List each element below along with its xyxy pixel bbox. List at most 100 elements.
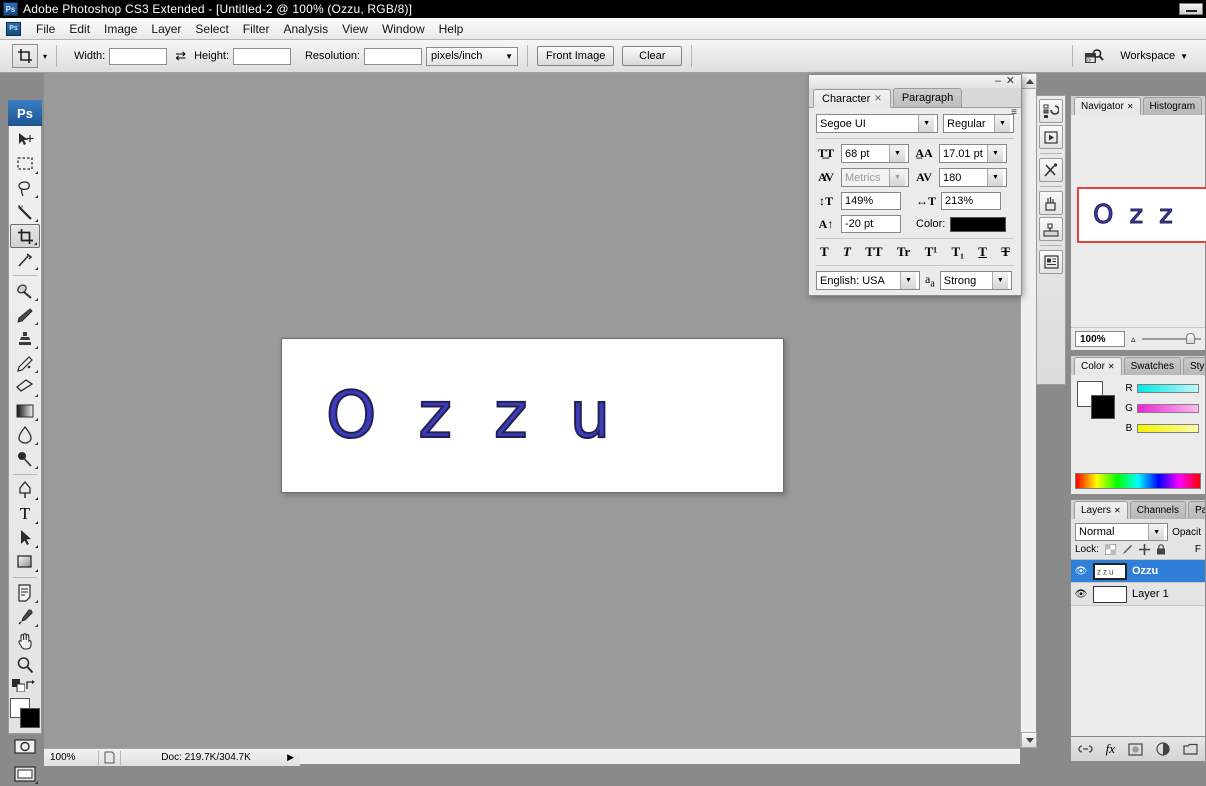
strikethrough-button[interactable]: T <box>1001 244 1010 260</box>
gradient-tool[interactable] <box>10 399 40 423</box>
menu-help[interactable]: Help <box>432 20 471 38</box>
tab-swatches[interactable]: Swatches <box>1123 357 1181 375</box>
subscript-button[interactable]: T₁ <box>951 244 964 260</box>
lasso-tool[interactable] <box>10 176 40 200</box>
crop-tool-icon[interactable] <box>12 44 38 68</box>
underline-button[interactable]: T <box>978 244 987 260</box>
shape-tool[interactable] <box>10 550 40 574</box>
history-panel-icon[interactable] <box>1039 99 1063 123</box>
canvas-horizontal-scrollbar[interactable] <box>300 748 1020 764</box>
navigator-thumbnail[interactable]: Ozz <box>1077 187 1206 243</box>
menu-window[interactable]: Window <box>375 20 432 38</box>
eraser-tool[interactable] <box>10 375 40 399</box>
layer-name[interactable]: Layer 1 <box>1132 588 1169 600</box>
faux-italic-button[interactable]: T <box>843 244 851 260</box>
tab-histogram[interactable]: Histogram <box>1142 97 1203 115</box>
status-expand-arrow-icon[interactable]: ▶ <box>287 752 300 763</box>
navigator-body[interactable]: Ozz <box>1071 115 1206 327</box>
close-icon[interactable]: ✕ <box>874 93 882 104</box>
layer-name[interactable]: Ozzu <box>1132 565 1158 577</box>
character-panel-close[interactable]: ✕ <box>1006 76 1015 87</box>
character-panel-minimize[interactable]: – <box>995 76 1001 87</box>
tab-channels[interactable]: Channels <box>1129 501 1186 519</box>
horizontal-scale-input[interactable]: 213% <box>941 192 1001 210</box>
brush-tool[interactable] <box>10 303 40 327</box>
green-slider[interactable] <box>1137 404 1199 413</box>
lock-all-icon[interactable] <box>1156 544 1166 555</box>
menu-view[interactable]: View <box>335 20 375 38</box>
layer-row-layer1[interactable]: 👁 Layer 1 <box>1071 583 1205 606</box>
antialias-select[interactable]: Strong ▼ <box>939 271 1012 290</box>
vertical-scale-input[interactable]: 149% <box>841 192 901 210</box>
layer-thumbnail[interactable] <box>1093 585 1127 603</box>
quick-mask-toggle[interactable] <box>10 734 40 758</box>
scroll-up-button[interactable] <box>1021 73 1037 89</box>
superscript-button[interactable]: T¹ <box>925 244 938 260</box>
marquee-tool[interactable] <box>10 152 40 176</box>
clone-stamp-tool[interactable] <box>10 327 40 351</box>
healing-brush-tool[interactable] <box>10 279 40 303</box>
layer-visibility-icon[interactable]: 👁 <box>1074 589 1088 600</box>
document-window[interactable]: Ozzu <box>281 338 784 493</box>
resolution-input[interactable] <box>364 47 423 65</box>
default-colors-icon[interactable] <box>12 679 25 692</box>
lock-transparency-icon[interactable] <box>1104 544 1116 555</box>
font-size-select[interactable]: 68 pt ▼ <box>841 144 909 163</box>
tab-layers[interactable]: Layers ✕ <box>1074 501 1128 519</box>
menu-edit[interactable]: Edit <box>62 20 97 38</box>
zoom-tool[interactable] <box>10 653 40 677</box>
actions-panel-icon[interactable] <box>1039 125 1063 149</box>
width-input[interactable] <box>109 47 168 65</box>
small-caps-button[interactable]: Tr <box>897 244 910 260</box>
navigator-zoom-input[interactable]: 100% <box>1075 331 1125 347</box>
eyedropper-tool[interactable] <box>10 605 40 629</box>
color-panel-swatches[interactable] <box>1077 381 1115 419</box>
menu-layer[interactable]: Layer <box>144 20 188 38</box>
tab-character[interactable]: Character ✕ <box>813 89 891 108</box>
kerning-select[interactable]: Metrics ▼ <box>841 168 909 187</box>
blend-mode-select[interactable]: Normal ▼ <box>1075 523 1169 541</box>
bridge-icon[interactable]: Br <box>1082 46 1106 66</box>
navigator-zoom-slider[interactable] <box>1141 333 1201 344</box>
height-input[interactable] <box>232 47 291 65</box>
menu-file[interactable]: File <box>29 20 62 38</box>
magic-wand-tool[interactable] <box>10 200 40 224</box>
font-family-select[interactable]: Segoe UI ▼ <box>816 114 939 133</box>
close-icon[interactable]: ✕ <box>1114 506 1121 515</box>
dodge-tool[interactable] <box>10 447 40 471</box>
tab-styles[interactable]: Styl <box>1182 357 1205 375</box>
workspace-menu[interactable]: Workspace ▼ <box>1120 50 1188 62</box>
color-background-swatch[interactable] <box>1091 395 1115 419</box>
all-caps-button[interactable]: TT <box>865 244 882 260</box>
close-icon[interactable]: ✕ <box>1127 102 1134 111</box>
move-tool[interactable] <box>10 128 40 152</box>
brushes-panel-icon[interactable] <box>1039 191 1063 215</box>
status-zoom-field[interactable]: 100% <box>44 752 94 763</box>
layer-thumbnail[interactable]: zzu <box>1093 562 1127 580</box>
layer-visibility-icon[interactable]: 👁 <box>1074 566 1088 577</box>
swap-dimensions-icon[interactable]: ⇄ <box>175 48 186 64</box>
menu-select[interactable]: Select <box>188 20 235 38</box>
front-image-button[interactable]: Front Image <box>537 46 615 66</box>
text-color-swatch[interactable] <box>950 216 1007 232</box>
layer-row-ozzu[interactable]: 👁 zzu Ozzu <box>1071 560 1205 583</box>
red-slider[interactable] <box>1137 384 1199 393</box>
font-style-select[interactable]: Regular ▼ <box>943 114 1014 133</box>
type-tool[interactable]: T <box>10 502 40 526</box>
clear-button[interactable]: Clear <box>622 46 683 66</box>
crop-tool[interactable] <box>10 224 40 248</box>
menu-filter[interactable]: Filter <box>236 20 277 38</box>
adjustment-layer-icon[interactable] <box>1156 742 1170 756</box>
lock-position-icon[interactable] <box>1138 544 1150 555</box>
color-spectrum-bar[interactable] <box>1075 473 1201 489</box>
slider-knob[interactable] <box>1186 333 1195 344</box>
lock-image-icon[interactable] <box>1122 544 1133 555</box>
tool-preset-caret-icon[interactable]: ▾ <box>43 52 47 61</box>
color-swatches[interactable] <box>10 698 40 728</box>
history-brush-tool[interactable] <box>10 351 40 375</box>
tracking-select[interactable]: 180 ▼ <box>939 168 1007 187</box>
tab-color[interactable]: Color ✕ <box>1074 357 1122 375</box>
swap-colors-icon[interactable] <box>25 679 38 692</box>
faux-bold-button[interactable]: T <box>820 244 829 260</box>
baseline-shift-input[interactable]: -20 pt <box>841 215 901 233</box>
